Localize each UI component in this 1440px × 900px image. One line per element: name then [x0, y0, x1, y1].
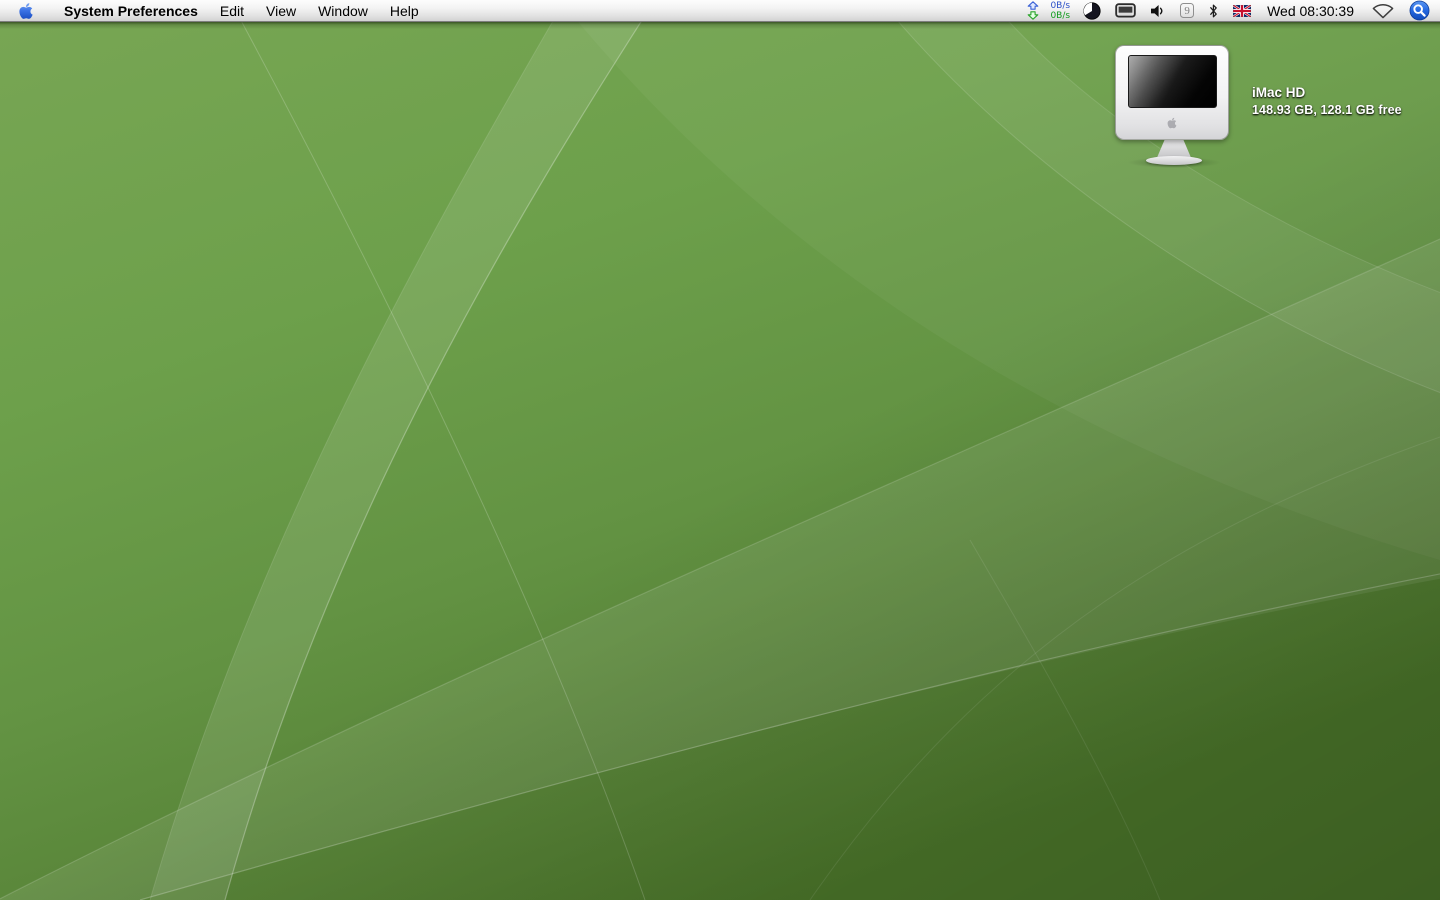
apple-menu[interactable] — [0, 0, 44, 21]
menu-bar: System Preferences Edit View Window Help… — [0, 0, 1440, 22]
volume-info: 148.93 GB, 128.1 GB free — [1252, 103, 1402, 117]
volume-name[interactable]: iMac HD — [1252, 85, 1402, 100]
network-throughput-arrows-icon[interactable] — [1022, 0, 1044, 21]
apple-logo-icon — [1167, 117, 1177, 129]
desktop-icon-imac-hd[interactable] — [1113, 43, 1235, 168]
bluetooth-icon[interactable] — [1201, 0, 1226, 21]
volume-icon[interactable] — [1143, 0, 1173, 21]
net-upload-rate: 0B/s — [1050, 0, 1071, 11]
imac-screen — [1128, 55, 1217, 108]
display-icon[interactable] — [1108, 0, 1143, 21]
menu-app-name[interactable]: System Preferences — [53, 0, 209, 21]
imac-monitor-body — [1115, 45, 1229, 140]
cpu-pie-icon[interactable] — [1076, 0, 1108, 21]
menubar-clock[interactable]: Wed 08:30:39 — [1258, 0, 1363, 21]
classic-environment-icon[interactable]: 9 — [1173, 0, 1201, 21]
menu-window[interactable]: Window — [307, 0, 379, 21]
apple-logo-icon — [19, 2, 33, 19]
desktop-icon-label[interactable]: iMac HD 148.93 GB, 128.1 GB free — [1252, 85, 1402, 117]
menubar-status-items: 0B/s 0B/s 9 Wed 08:30:39 — [1022, 0, 1440, 21]
keyboard-layout-uk-flag-icon[interactable] — [1226, 0, 1258, 21]
airport-icon[interactable] — [1363, 0, 1403, 21]
classic-9-glyph: 9 — [1180, 3, 1195, 18]
net-download-rate: 0B/s — [1050, 10, 1071, 21]
spotlight-icon[interactable] — [1403, 0, 1440, 21]
menu-view[interactable]: View — [255, 0, 307, 21]
desktop[interactable]: iMac HD 148.93 GB, 128.1 GB free — [0, 0, 1440, 900]
menubar-menus: System Preferences Edit View Window Help — [0, 0, 430, 21]
network-throughput-readout[interactable]: 0B/s 0B/s — [1044, 0, 1076, 21]
upload-arrow-icon — [1028, 1, 1039, 10]
menu-edit[interactable]: Edit — [209, 0, 255, 21]
imac-base — [1146, 156, 1202, 165]
download-arrow-icon — [1028, 11, 1039, 20]
menu-help[interactable]: Help — [379, 0, 430, 21]
